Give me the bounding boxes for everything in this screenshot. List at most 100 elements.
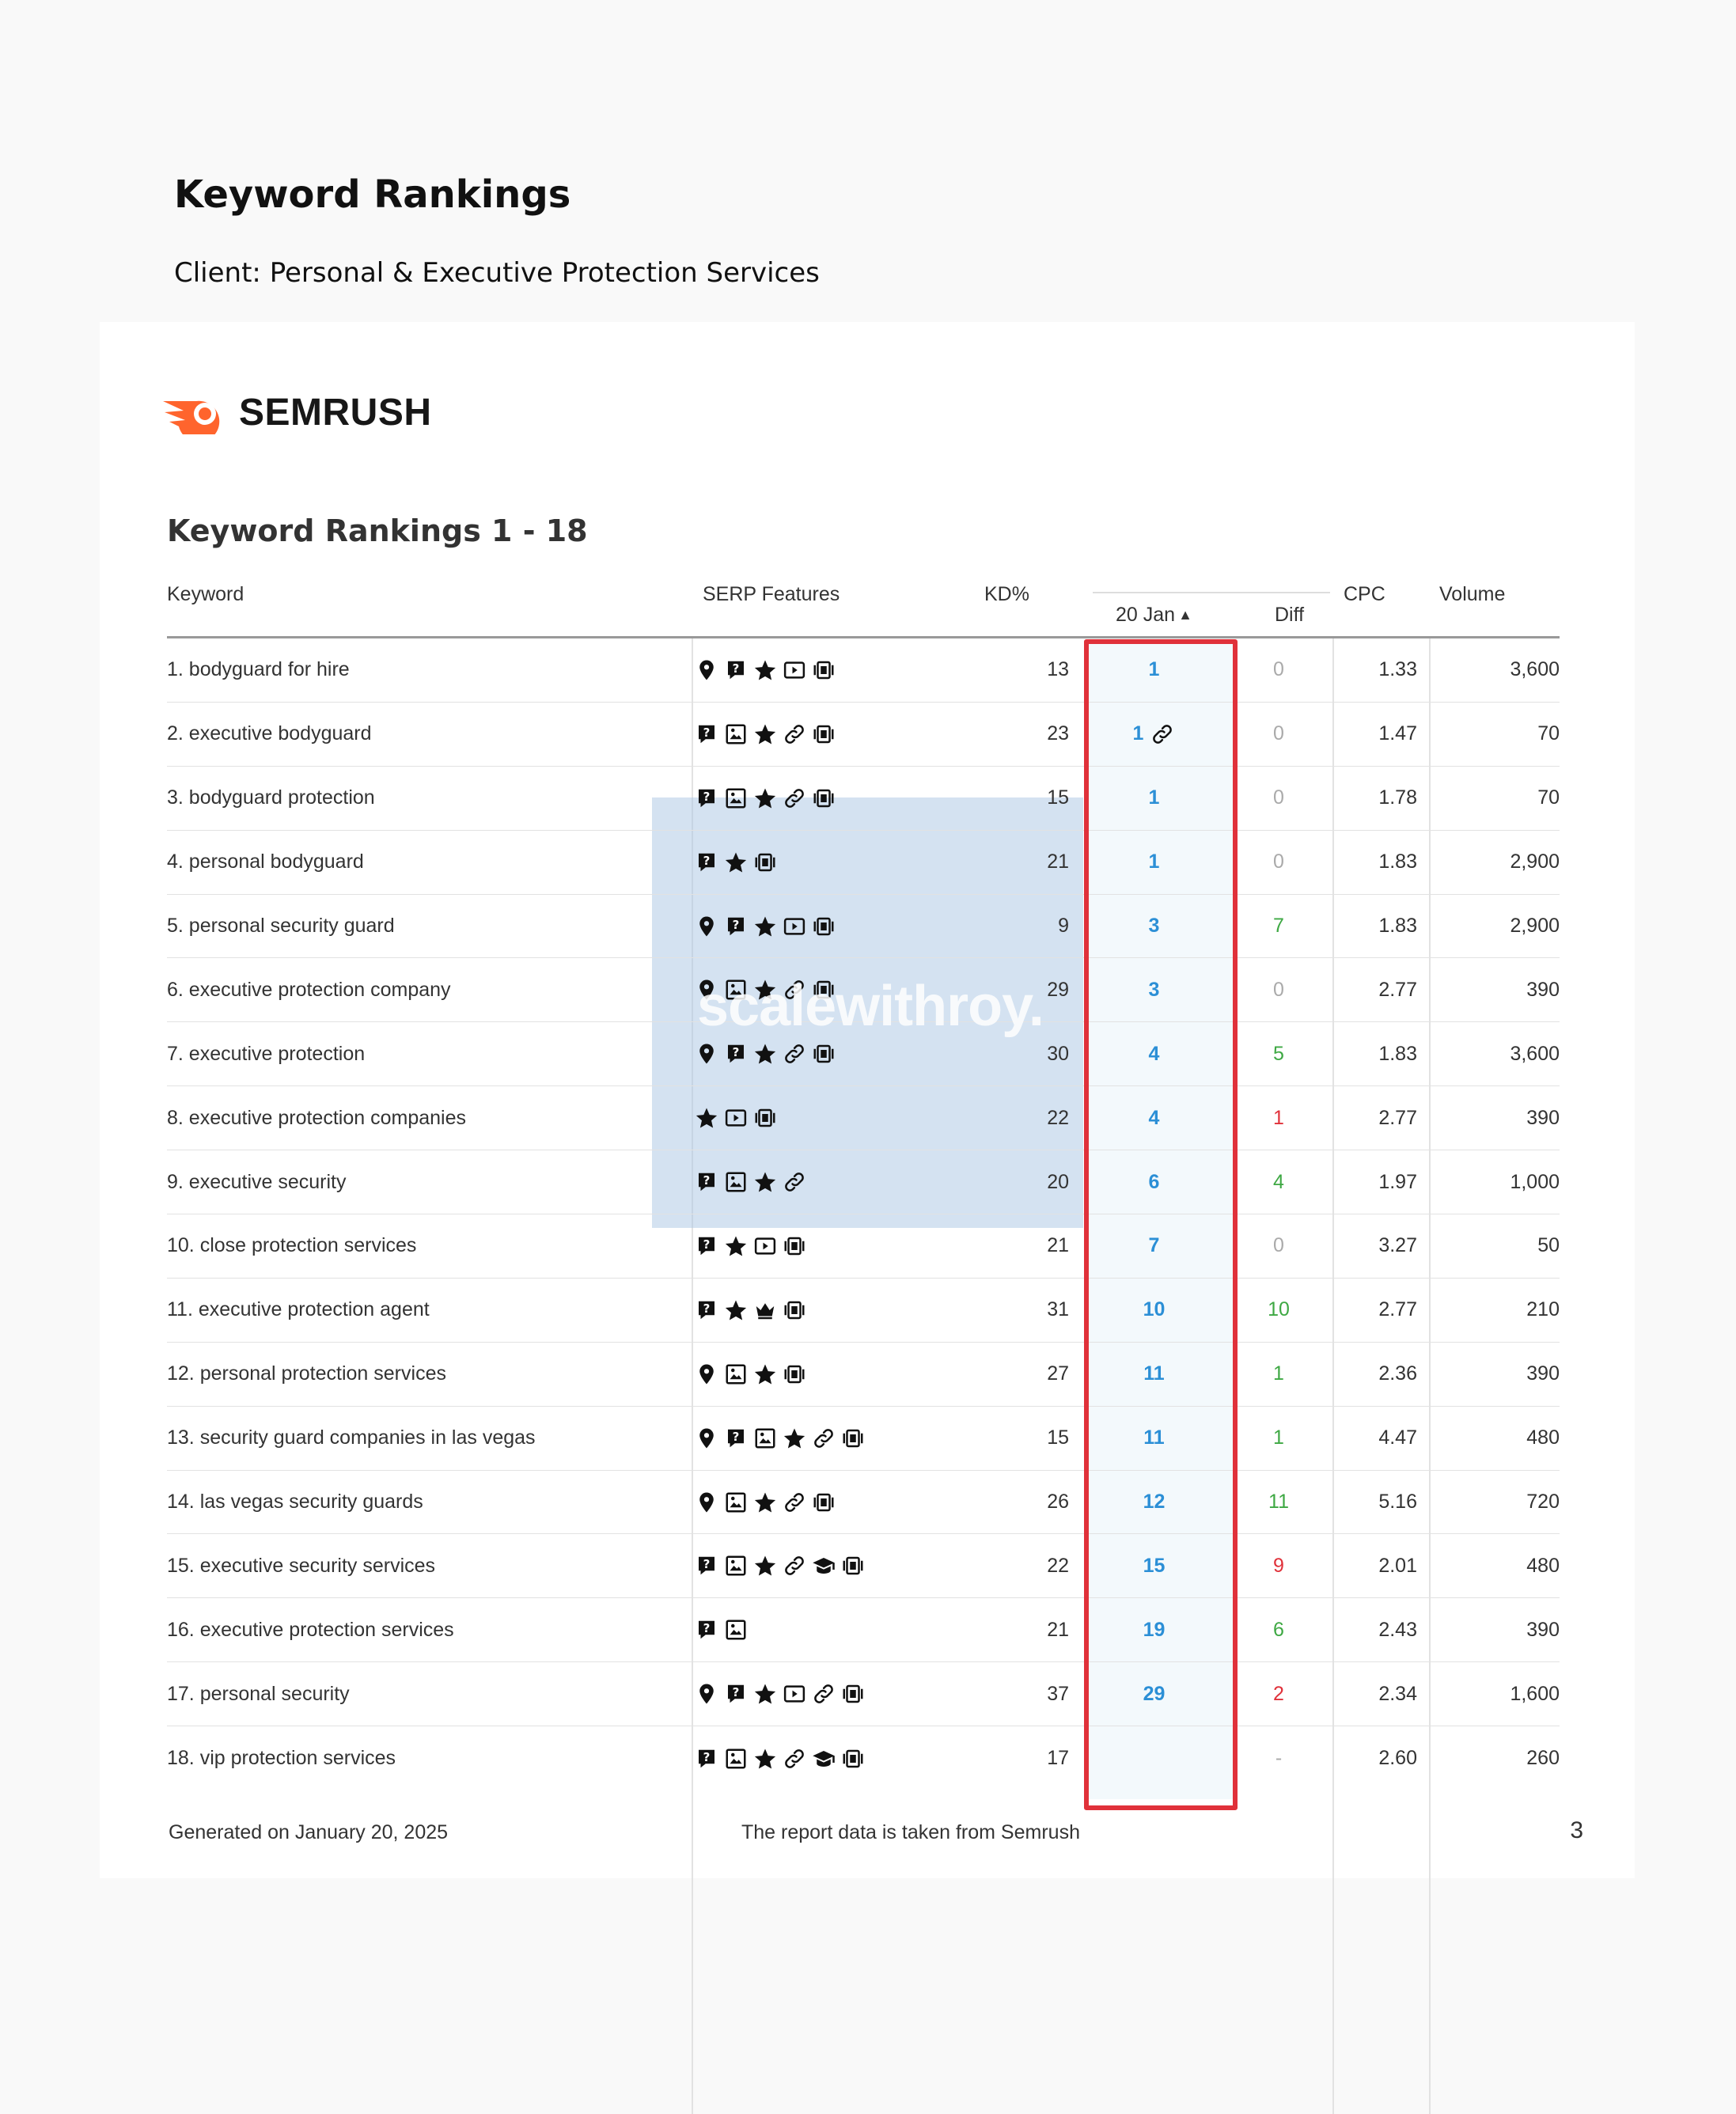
keyword-cell[interactable]: 8. executive protection companies [167,1086,681,1150]
serp-features-cell: ? [694,1598,955,1661]
col-header-date[interactable]: 20 Jan ▲ [1116,604,1192,627]
reviews-star-icon [752,1169,778,1195]
carousel-icon [811,786,836,811]
carousel-icon [840,1426,866,1451]
col-header-date-label: 20 Jan [1116,604,1176,626]
reviews-star-icon [723,1233,749,1259]
col-header-serp[interactable]: SERP Features [703,583,840,606]
reviews-star-icon [694,1105,719,1131]
serp-features-cell: ? [694,831,955,894]
volume-cell: 2,900 [1510,915,1560,937]
col-header-diff[interactable]: Diff [1275,604,1304,627]
keyword-cell[interactable]: 3. bodyguard protection [167,767,681,830]
data-source: The report data is taken from Semrush [741,1821,1080,1843]
keyword-cell[interactable]: 15. executive security services [167,1534,681,1597]
keyword-cell[interactable]: 2. executive bodyguard [167,703,681,766]
date-group-line [1093,592,1330,593]
reviews-star-icon [752,1681,778,1707]
diff-cell: 10 [1268,1298,1290,1321]
carousel-icon [840,1553,866,1578]
keyword-cell[interactable]: 18. vip protection services [167,1726,681,1790]
svg-text:?: ? [733,1430,740,1444]
diff-cell: 11 [1268,1491,1289,1514]
image-pack-icon [723,786,749,811]
cpc-cell: 2.43 [1378,1618,1417,1641]
kd-cell: 21 [1047,1618,1069,1641]
serp-features-cell: ? [694,1279,955,1342]
kd-cell: 21 [1047,1234,1069,1257]
top-stories-crown-icon [752,1298,778,1323]
carousel-icon [752,850,778,875]
table-row: 13. security guard companies in las vega… [167,1407,1560,1471]
kd-cell: 37 [1047,1682,1069,1705]
sitelinks-icon [811,1681,836,1707]
kd-cell: 13 [1047,658,1069,681]
svg-text:?: ? [703,1173,711,1188]
serp-features-cell: ? [694,895,955,958]
keyword-cell[interactable]: 7. executive protection [167,1022,681,1085]
cpc-cell: 4.47 [1378,1426,1417,1449]
keyword-cell[interactable]: 6. executive protection company [167,958,681,1021]
diff-cell: 0 [1273,722,1284,745]
col-header-kd[interactable]: KD% [984,583,1029,606]
faq-icon: ? [723,657,749,683]
svg-text:?: ? [703,1750,711,1764]
sitelinks-icon [782,722,807,747]
svg-text:?: ? [733,661,740,676]
carousel-icon [811,914,836,939]
faq-icon: ? [694,786,719,811]
semrush-logo: SEMRUSH [161,384,432,441]
keyword-cell[interactable]: 10. close protection services [167,1214,681,1278]
table-row: 8. executive protection companies 22 4 1 2.7… [167,1086,1560,1151]
col-header-cpc[interactable]: CPC [1344,583,1385,606]
image-pack-icon [723,1553,749,1578]
keyword-cell[interactable]: 12. personal protection services [167,1343,681,1406]
cpc-cell: 2.34 [1378,1682,1417,1705]
keyword-cell[interactable]: 1. bodyguard for hire [167,638,681,702]
keyword-cell[interactable]: 9. executive security [167,1150,681,1214]
volume-cell: 50 [1537,1234,1560,1257]
keyword-cell[interactable]: 4. personal bodyguard [167,831,681,894]
local-pack-pin-icon [694,657,719,683]
col-header-keyword[interactable]: Keyword [167,583,244,606]
serp-features-cell: ? [694,1534,955,1597]
image-pack-icon [723,1617,749,1642]
cpc-cell: 2.01 [1378,1554,1417,1577]
carousel-icon [840,1746,866,1771]
serp-features-cell [694,1471,955,1534]
image-pack-icon [752,1426,778,1451]
reviews-star-icon [752,914,778,939]
cpc-cell: 1.83 [1378,915,1417,937]
faq-icon: ? [694,1617,719,1642]
image-pack-icon [723,1490,749,1515]
cpc-cell: 1.97 [1378,1170,1417,1193]
reviews-star-icon [752,1041,778,1066]
keyword-cell[interactable]: 5. personal security guard [167,895,681,958]
sitelinks-icon [782,1041,807,1066]
table-row: 4. personal bodyguard? 21 1 0 1.83 2,900 [167,831,1560,895]
keyword-cell[interactable]: 14. las vegas security guards [167,1471,681,1534]
faq-icon: ? [723,1426,749,1451]
keyword-cell[interactable]: 13. security guard companies in las vega… [167,1407,681,1470]
svg-text:?: ? [733,1045,740,1059]
diff-cell: 2 [1273,1682,1284,1705]
svg-text:?: ? [703,854,711,868]
sort-asc-icon: ▲ [1178,607,1192,623]
col-header-volume[interactable]: Volume [1439,583,1505,606]
diff-cell: 0 [1273,978,1284,1001]
image-pack-icon [723,722,749,747]
keyword-cell[interactable]: 11. executive protection agent [167,1279,681,1342]
keyword-cell[interactable]: 17. personal security [167,1662,681,1726]
semrush-flame-icon [163,400,220,434]
serp-features-cell: ? [694,638,955,702]
kd-cell: 20 [1047,1170,1069,1193]
table-row: 2. executive bodyguard? 23 1 0 1.47 70 [167,703,1560,767]
page-number: 3 [1570,1817,1583,1843]
keyword-cell[interactable]: 16. executive protection services [167,1598,681,1661]
cpc-cell: 1.83 [1378,851,1417,873]
knowledge-cap-icon [811,1553,836,1578]
cpc-cell: 1.78 [1378,786,1417,809]
serp-features-cell [694,1086,955,1150]
watermark-text: scalewithroy. [697,975,1044,1038]
sitelinks-icon [782,786,807,811]
